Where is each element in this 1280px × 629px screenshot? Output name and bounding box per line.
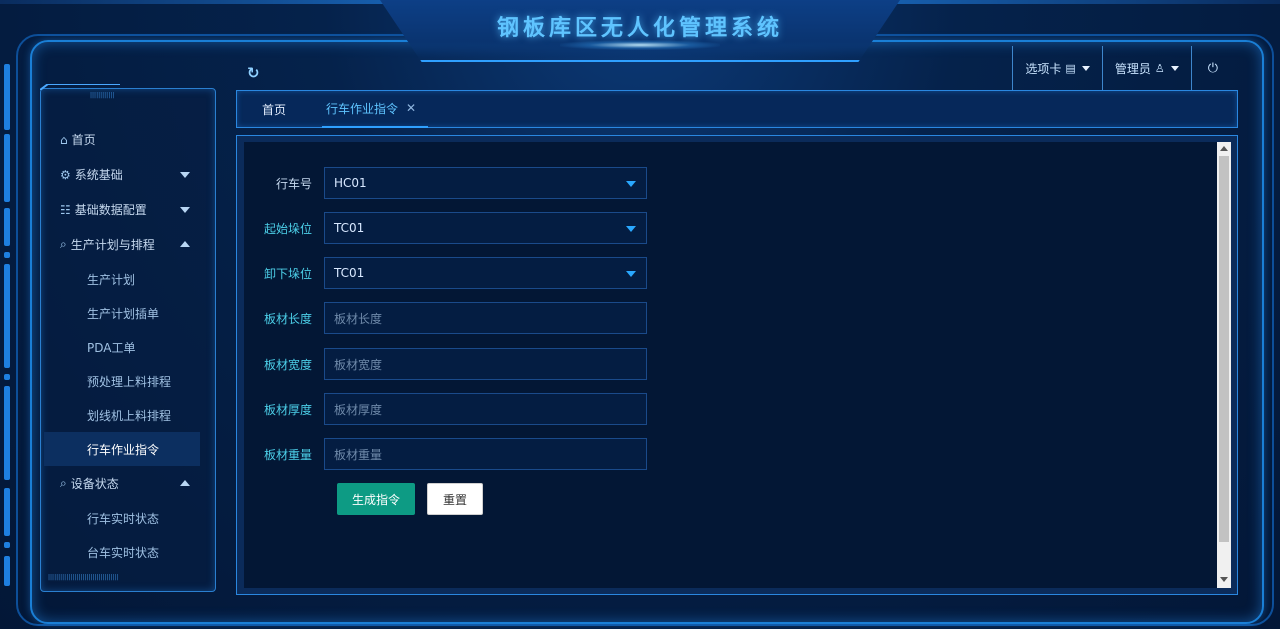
tab-label: 首页 [262, 102, 287, 117]
thickness-label: 板材厚度 [263, 402, 312, 417]
home-icon: ⌂ [60, 132, 68, 147]
sidebar-tab-decor [40, 84, 120, 90]
form-row-end-pos: 卸下垛位 TC01 [244, 257, 647, 289]
thickness-input[interactable]: 板材厚度 [324, 393, 647, 425]
form-row-start-pos: 起始垛位 TC01 [244, 212, 647, 244]
tab-home[interactable]: 首页 [262, 90, 286, 128]
sidebar-ticks-top: |||||||||||| [90, 92, 115, 99]
chevron-up-icon [180, 480, 190, 486]
gear-icon: ⚙ [60, 167, 71, 182]
end-pos-label: 卸下垛位 [263, 266, 312, 281]
chevron-up-icon [180, 241, 190, 247]
sidebar-subitem-marking[interactable]: 划线机上料排程 [44, 398, 200, 432]
user-icon: ♙ [1154, 61, 1165, 75]
sidebar-item-label: 基础数据配置 [74, 203, 147, 217]
side-decor-bar [4, 542, 10, 548]
sidebar-subitem-crane-command[interactable]: 行车作业指令 [44, 432, 200, 466]
scroll-up-icon[interactable] [1220, 146, 1228, 151]
page-title: 钢板库区无人化管理系统 [496, 16, 783, 41]
crane-select[interactable]: HC01 [324, 167, 647, 199]
sidebar-item-home[interactable]: ⌂ 首页 [44, 122, 200, 157]
generate-command-button[interactable]: 生成指令 [337, 483, 415, 515]
scroll-down-icon[interactable] [1220, 577, 1228, 582]
sidebar-item-device-status[interactable]: ⌕ 设备状态 [44, 466, 200, 501]
start-pos-select[interactable]: TC01 [324, 212, 647, 244]
width-label: 板材宽度 [263, 357, 312, 372]
sidebar-item-label: 设备状态 [70, 477, 119, 491]
crane-label: 行车号 [275, 176, 312, 191]
form-row-width: 板材宽度 板材宽度 [244, 348, 647, 380]
sidebar-item-label: 生产计划与排程 [70, 238, 155, 252]
power-icon: ⏻ [1207, 60, 1218, 76]
sidebar-item-basic-data[interactable]: ☷ 基础数据配置 [44, 192, 200, 227]
side-decor-bar [4, 556, 10, 586]
side-decor-bar [4, 208, 10, 246]
sidebar-ticks-bottom: ||||||||||||||||||||||||||||||||||| [48, 574, 119, 581]
sidebar-item-system[interactable]: ⚙ 系统基础 [44, 157, 200, 192]
search-icon: ⌕ [60, 237, 67, 251]
search-icon: ⌕ [60, 476, 67, 490]
tab-crane-command[interactable]: 行车作业指令 ✕ [322, 90, 428, 128]
grid-icon: ☷ [60, 202, 71, 217]
scrollbar-thumb[interactable] [1219, 156, 1229, 542]
sidebar-subitem-trolley-status[interactable]: 台车实时状态 [44, 535, 200, 569]
chevron-down-icon [626, 181, 636, 187]
side-decor-bar [4, 64, 10, 130]
form-row-thickness: 板材厚度 板材厚度 [244, 393, 647, 425]
side-decor-bar [4, 134, 10, 202]
user-label: 管理员 [1114, 61, 1151, 76]
tab-options-label: 选项卡 [1025, 61, 1062, 76]
power-button[interactable]: ⏻ [1190, 46, 1234, 90]
chevron-down-icon [1170, 65, 1179, 71]
chevron-down-icon [626, 271, 636, 277]
chevron-down-icon [180, 207, 190, 213]
sidebar-item-production[interactable]: ⌕ 生产计划与排程 [44, 227, 200, 262]
end-pos-select[interactable]: TC01 [324, 257, 647, 289]
chevron-down-icon [1081, 65, 1090, 71]
weight-input[interactable]: 板材重量 [324, 438, 647, 470]
tabs-icon: ▤ [1065, 61, 1076, 75]
reset-button[interactable]: 重置 [427, 483, 483, 515]
side-decor-bar [4, 264, 10, 368]
form-row-length: 板材长度 板材长度 [244, 302, 647, 334]
weight-label: 板材重量 [263, 447, 312, 462]
tab-label: 行车作业指令 [326, 101, 399, 116]
chevron-down-icon [180, 172, 190, 178]
length-input[interactable]: 板材长度 [324, 302, 647, 334]
crane-value: HC01 [334, 176, 367, 190]
sidebar-item-label: 首页 [71, 133, 96, 147]
user-menu[interactable]: 管理员 ♙ [1101, 46, 1191, 90]
close-icon[interactable]: ✕ [406, 101, 416, 115]
title-glow [560, 40, 720, 50]
side-decor-bar [4, 252, 10, 258]
start-pos-value: TC01 [334, 221, 365, 235]
sidebar-subitem-crane-status[interactable]: 行车实时状态 [44, 501, 200, 535]
start-pos-label: 起始垛位 [263, 221, 312, 236]
sidebar-subitem-plan-insert[interactable]: 生产计划插单 [44, 296, 200, 330]
sidebar-item-label: 系统基础 [74, 168, 123, 182]
chevron-down-icon [626, 226, 636, 232]
refresh-icon[interactable]: ↻ [247, 64, 260, 82]
sidebar-subitem-plan[interactable]: 生产计划 [44, 262, 200, 296]
width-input[interactable]: 板材宽度 [324, 348, 647, 380]
side-decor-bar [4, 488, 10, 536]
length-label: 板材长度 [263, 311, 312, 326]
form-row-crane: 行车号 HC01 [244, 167, 647, 199]
sidebar-menu: ⌂ 首页 ⚙ 系统基础 ☷ 基础数据配置 ⌕ 生产计划与排程 生产计划 生产计划… [44, 122, 200, 569]
end-pos-value: TC01 [334, 266, 365, 280]
tab-options-dropdown[interactable]: 选项卡 ▤ [1012, 46, 1101, 90]
form-row-weight: 板材重量 板材重量 [244, 438, 647, 470]
sidebar-subitem-pretreatment[interactable]: 预处理上料排程 [44, 364, 200, 398]
sidebar-subitem-pda[interactable]: PDA工单 [44, 330, 200, 364]
side-decor-bar [4, 386, 10, 480]
header-toolbar: 选项卡 ▤ 管理员 ♙ ⏻ [1012, 46, 1234, 90]
side-decor-bar [4, 374, 10, 380]
